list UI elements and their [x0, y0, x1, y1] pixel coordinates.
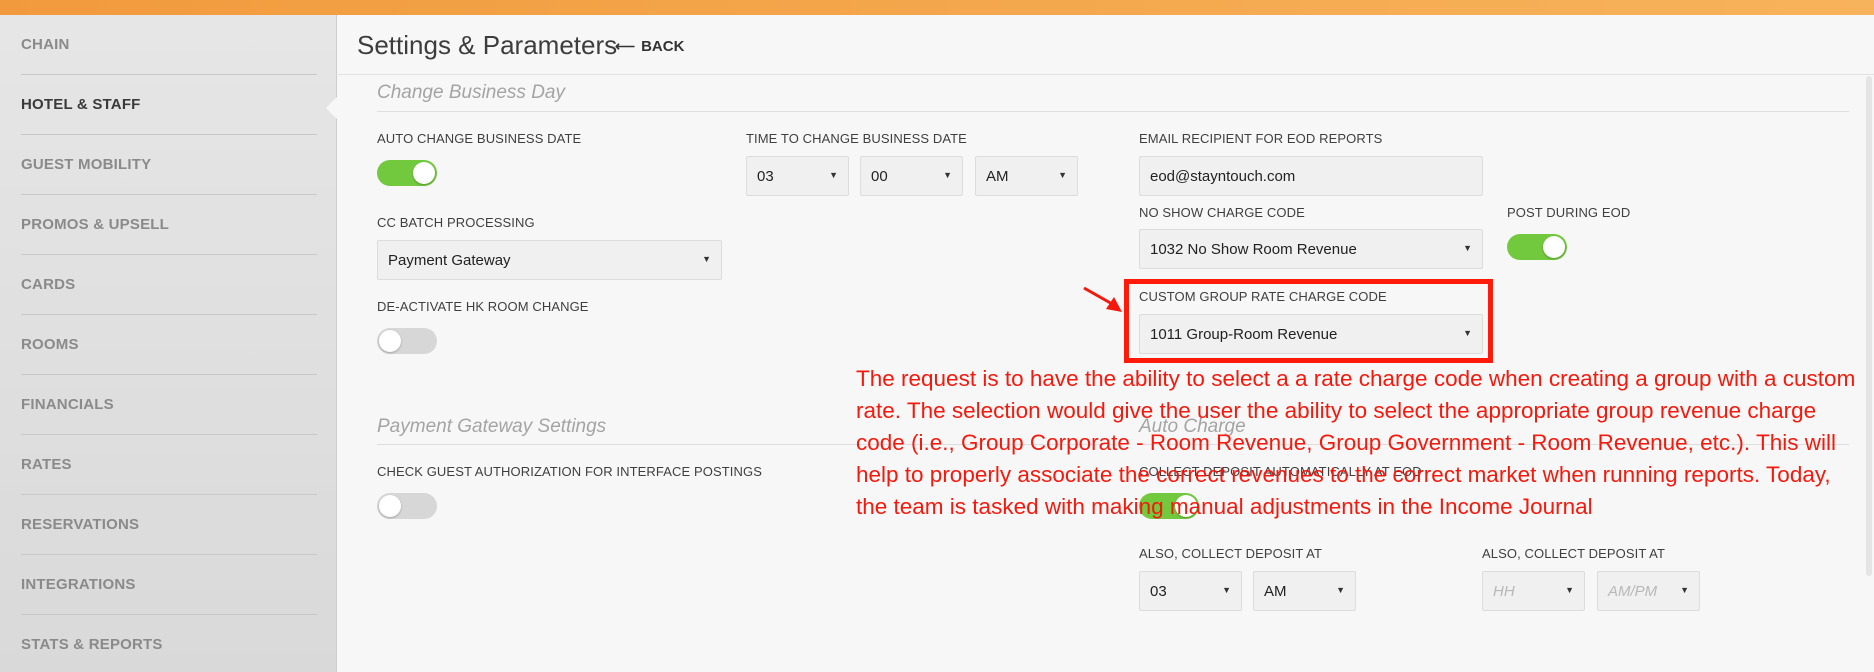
caret-down-icon: ▼ [702, 254, 711, 264]
toggle-knob [1543, 236, 1565, 258]
auto-change-business-date-label: AUTO CHANGE BUSINESS DATE [377, 131, 582, 146]
sidebar-item-guest-mobility[interactable]: GUEST MOBILITY [21, 135, 317, 195]
top-accent-bar [0, 0, 1874, 15]
time-minute-select[interactable]: 00 ▼ [860, 156, 963, 196]
sidebar-item-chain[interactable]: CHAIN [21, 15, 317, 75]
page-header: Settings & Parameters ⟵ BACK [338, 15, 1874, 75]
deactivate-hk-room-change-toggle[interactable] [377, 328, 437, 354]
caret-down-icon: ▼ [1222, 585, 1231, 595]
caret-down-icon: ▼ [1463, 243, 1472, 253]
sidebar-item-stats-reports[interactable]: STATS & REPORTS [21, 615, 317, 672]
also-collect-hour-select-2[interactable]: HH ▼ [1482, 571, 1585, 611]
time-to-change-label: TIME TO CHANGE BUSINESS DATE [746, 131, 967, 146]
sidebar-item-label: CARDS [21, 276, 76, 293]
select-value: AM [986, 168, 1009, 185]
section-title-change-business-day: Change Business Day [377, 82, 565, 103]
also-collect-deposit-label-2: ALSO, COLLECT DEPOSIT AT [1482, 546, 1666, 561]
sidebar-item-label: FINANCIALS [21, 396, 114, 413]
annotation-arrow-icon [1083, 286, 1122, 312]
time-ampm-select[interactable]: AM ▼ [975, 156, 1078, 196]
select-value: 1032 No Show Room Revenue [1150, 241, 1357, 258]
sidebar-item-label: GUEST MOBILITY [21, 156, 152, 173]
auto-change-business-date-toggle[interactable] [377, 160, 437, 186]
no-show-charge-code-label: NO SHOW CHARGE CODE [1139, 205, 1305, 220]
select-placeholder: AM/PM [1608, 583, 1658, 600]
section-title-payment-gateway: Payment Gateway Settings [377, 416, 607, 437]
input-value: eod@stayntouch.com [1150, 168, 1296, 185]
sidebar-item-rooms[interactable]: ROOMS [21, 315, 317, 375]
caret-down-icon: ▼ [1680, 585, 1689, 595]
caret-down-icon: ▼ [943, 170, 952, 180]
sidebar-item-label: STATS & REPORTS [21, 636, 163, 653]
sidebar-item-integrations[interactable]: INTEGRATIONS [21, 555, 317, 615]
active-item-pointer [326, 96, 338, 120]
toggle-knob [379, 330, 401, 352]
sidebar-item-label: INTEGRATIONS [21, 576, 136, 593]
sidebar: CHAIN HOTEL & STAFF GUEST MOBILITY PROMO… [0, 15, 337, 672]
sidebar-item-label: ROOMS [21, 336, 79, 353]
post-during-eod-label: POST DURING EOD [1507, 205, 1631, 220]
also-collect-hour-select-1[interactable]: 03 ▼ [1139, 571, 1242, 611]
sidebar-item-reservations[interactable]: RESERVATIONS [21, 495, 317, 555]
sidebar-item-label: PROMOS & UPSELL [21, 216, 170, 233]
sidebar-item-label: RATES [21, 456, 72, 473]
caret-down-icon: ▼ [829, 170, 838, 180]
sidebar-item-promos-upsell[interactable]: PROMOS & UPSELL [21, 195, 317, 255]
select-value: 03 [1150, 583, 1167, 600]
sidebar-item-label: HOTEL & STAFF [21, 96, 141, 113]
check-guest-authorization-toggle[interactable] [377, 493, 437, 519]
check-guest-authorization-label: CHECK GUEST AUTHORIZATION FOR INTERFACE … [377, 464, 762, 479]
cc-batch-processing-select[interactable]: Payment Gateway ▼ [377, 240, 722, 280]
email-recipient-label: EMAIL RECIPIENT FOR EOD REPORTS [1139, 131, 1383, 146]
sidebar-item-label: RESERVATIONS [21, 516, 140, 533]
cc-batch-processing-label: CC BATCH PROCESSING [377, 215, 535, 230]
back-button[interactable]: ⟵ BACK [615, 38, 684, 55]
annotation-text: The request is to have the ability to se… [856, 366, 1856, 519]
select-value: Payment Gateway [388, 252, 511, 269]
caret-down-icon: ▼ [1565, 585, 1574, 595]
sidebar-item-cards[interactable]: CARDS [21, 255, 317, 315]
toggle-knob [413, 162, 435, 184]
annotation-highlight-box [1124, 279, 1493, 363]
sidebar-item-label: CHAIN [21, 36, 70, 53]
also-collect-ampm-select-2[interactable]: AM/PM ▼ [1597, 571, 1700, 611]
email-recipient-input[interactable]: eod@stayntouch.com [1139, 156, 1483, 196]
also-collect-deposit-label-1: ALSO, COLLECT DEPOSIT AT [1139, 546, 1323, 561]
sidebar-item-financials[interactable]: FINANCIALS [21, 375, 317, 435]
caret-down-icon: ▼ [1336, 585, 1345, 595]
section-divider [377, 111, 1849, 112]
back-label: BACK [641, 38, 685, 55]
deactivate-hk-room-change-label: DE-ACTIVATE HK ROOM CHANGE [377, 299, 589, 314]
no-show-charge-code-select[interactable]: 1032 No Show Room Revenue ▼ [1139, 229, 1483, 269]
post-during-eod-toggle[interactable] [1507, 234, 1567, 260]
toggle-knob [379, 495, 401, 517]
select-placeholder: HH [1493, 583, 1515, 600]
sidebar-item-rates[interactable]: RATES [21, 435, 317, 495]
sidebar-item-hotel-staff[interactable]: HOTEL & STAFF [21, 75, 317, 135]
page-title: Settings & Parameters [357, 30, 618, 60]
select-value: AM [1264, 583, 1287, 600]
time-hour-select[interactable]: 03 ▼ [746, 156, 849, 196]
caret-down-icon: ▼ [1058, 170, 1067, 180]
also-collect-ampm-select-1[interactable]: AM ▼ [1253, 571, 1356, 611]
arrow-left-icon: ⟵ [615, 38, 636, 54]
select-value: 03 [757, 168, 774, 185]
select-value: 00 [871, 168, 888, 185]
